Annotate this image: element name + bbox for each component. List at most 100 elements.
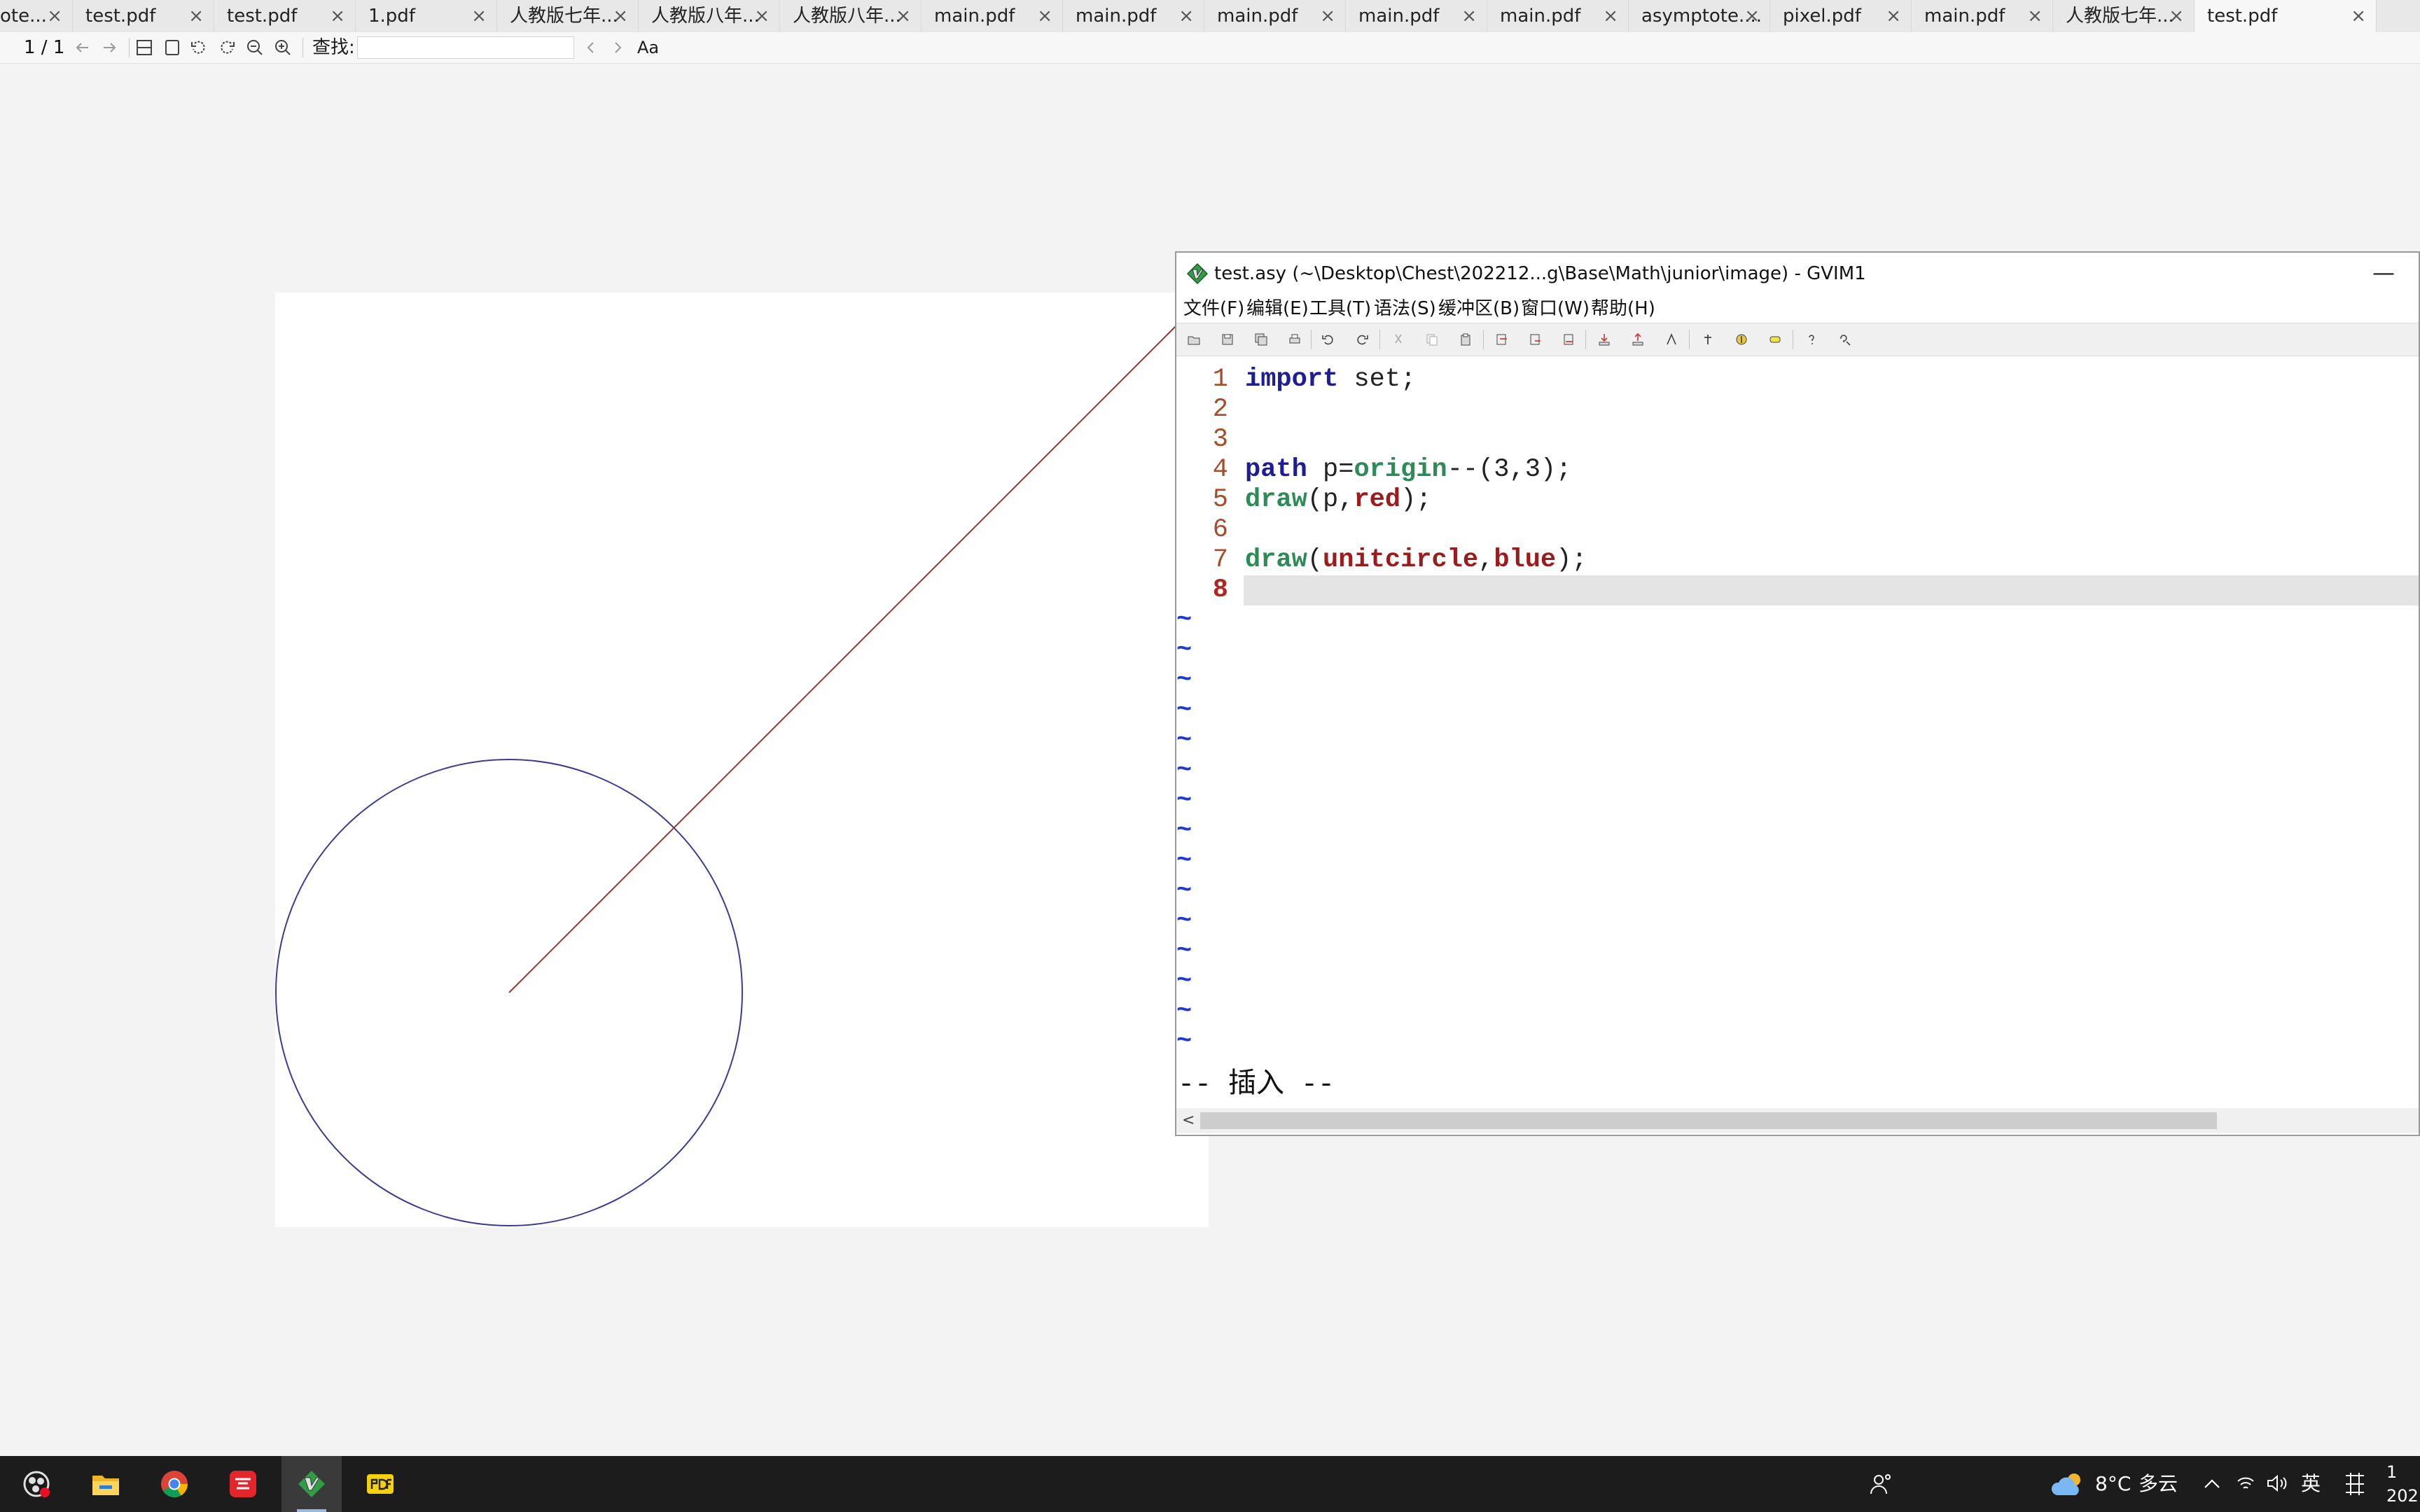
taskbar-youdao[interactable] <box>213 1456 273 1512</box>
tab-close-icon[interactable]: × <box>2169 0 2184 32</box>
minimize-button[interactable]: — <box>2372 253 2395 292</box>
tab-close-icon[interactable]: × <box>47 0 62 32</box>
menu-item[interactable]: 工具(T) <box>1309 295 1371 323</box>
make-icon[interactable] <box>1700 332 1716 347</box>
system-clock[interactable]: 1 202 <box>2386 1460 2419 1508</box>
help-icon[interactable] <box>1804 332 1819 347</box>
code-line[interactable]: 1 import set; <box>1176 365 2419 395</box>
pdf-tab[interactable]: test.pdf × <box>214 0 356 32</box>
pdf-tab[interactable]: main.pdf × <box>1204 0 1346 32</box>
code-line[interactable]: 8 <box>1176 575 2419 606</box>
people-icon[interactable] <box>1868 1471 1893 1497</box>
taskbar-gvim[interactable] <box>281 1456 342 1512</box>
print-icon[interactable] <box>1287 332 1302 347</box>
code-line[interactable]: 5 draw(p,red); <box>1176 485 2419 515</box>
tab-close-icon[interactable]: × <box>471 0 487 32</box>
weather-description[interactable]: 多云 <box>2139 1456 2178 1512</box>
pdf-tab[interactable]: main.pdf × <box>1346 0 1487 32</box>
pdf-tab[interactable]: test.pdf × <box>2195 0 2377 32</box>
zoom-out-icon[interactable] <box>245 38 265 57</box>
save-all-icon[interactable] <box>1253 332 1269 347</box>
load-session-icon[interactable] <box>1597 332 1612 347</box>
tab-close-icon[interactable]: × <box>1461 0 1477 32</box>
pdf-tab[interactable]: asymptote.... × <box>1629 0 1770 32</box>
rotate-right-icon[interactable] <box>217 38 237 57</box>
find-input[interactable] <box>357 36 574 59</box>
gvim-title-bar[interactable]: test.asy (~\Desktop\Chest\202212...g\Bas… <box>1176 253 2419 295</box>
replace-icon[interactable] <box>1494 332 1510 347</box>
code-line[interactable]: 3 <box>1176 425 2419 455</box>
ime-mode-icon[interactable] <box>2343 1471 2367 1497</box>
taskbar-pdf-reader[interactable] <box>350 1456 410 1512</box>
find-prev-doc-icon[interactable] <box>1562 332 1577 347</box>
find-next-doc-icon[interactable] <box>1528 332 1543 347</box>
menu-item[interactable]: 语法(S) <box>1374 295 1436 323</box>
build-tags-icon[interactable] <box>1734 332 1749 347</box>
menu-item[interactable]: 窗口(W) <box>1521 295 1590 323</box>
tab-close-icon[interactable]: × <box>613 0 628 32</box>
ime-language-indicator[interactable]: 英 <box>2301 1456 2321 1512</box>
save-icon[interactable] <box>1220 332 1235 347</box>
find-help-icon[interactable] <box>1837 332 1853 347</box>
tab-close-icon[interactable]: × <box>754 0 770 32</box>
menu-item[interactable]: 编辑(E) <box>1246 295 1309 323</box>
single-page-icon[interactable] <box>162 38 182 57</box>
tab-close-icon[interactable]: × <box>1744 0 1760 32</box>
pdf-tab[interactable]: 1.pdf × <box>356 0 497 32</box>
pdf-tab[interactable]: main.pdf × <box>922 0 1063 32</box>
pdf-tab[interactable]: main.pdf × <box>1912 0 2053 32</box>
menu-item[interactable]: 文件(F) <box>1183 295 1244 323</box>
pdf-tab[interactable]: ote... × <box>0 0 73 32</box>
pdf-tab[interactable]: main.pdf × <box>1487 0 1629 32</box>
tab-close-icon[interactable]: × <box>1603 0 1618 32</box>
run-script-icon[interactable] <box>1664 332 1679 347</box>
scroll-left-arrow[interactable]: < <box>1182 1108 1195 1133</box>
menu-item[interactable]: 缓冲区(B) <box>1438 295 1520 323</box>
tab-close-icon[interactable]: × <box>2027 0 2043 32</box>
speaker-icon[interactable] <box>2266 1473 2288 1494</box>
pdf-tab[interactable]: main.pdf × <box>1063 0 1204 32</box>
tab-close-icon[interactable]: × <box>1037 0 1052 32</box>
vim-editor-area[interactable]: 1 import set; 2 3 4 path p=origin--(3,3); 5 dra… <box>1176 356 2419 1069</box>
weather-cloud-icon[interactable] <box>2050 1470 2087 1498</box>
match-case-toggle[interactable]: Aa <box>637 32 659 63</box>
tab-close-icon[interactable]: × <box>330 0 345 32</box>
tab-close-icon[interactable]: × <box>1886 0 1901 32</box>
redo-icon[interactable] <box>1354 332 1370 347</box>
scrollbar-thumb[interactable] <box>1200 1112 2217 1129</box>
pdf-tab[interactable]: 人教版七年... × <box>2053 0 2195 32</box>
pdf-tab[interactable]: 人教版八年... × <box>780 0 922 32</box>
find-prev-icon[interactable] <box>581 38 601 57</box>
prev-page-icon[interactable] <box>73 38 92 57</box>
pdf-tab[interactable]: 人教版八年... × <box>639 0 780 32</box>
taskbar-file-explorer[interactable] <box>76 1456 136 1512</box>
code-line[interactable]: 7 draw(unitcircle,blue); <box>1176 545 2419 575</box>
cut-icon[interactable] <box>1391 332 1406 347</box>
taskbar-obs[interactable] <box>6 1456 66 1512</box>
jump-tag-icon[interactable] <box>1767 332 1783 347</box>
tab-close-icon[interactable]: × <box>896 0 911 32</box>
tab-close-icon[interactable]: × <box>188 0 204 32</box>
page-indicator[interactable]: 1 / 1 <box>24 32 64 63</box>
menu-item[interactable]: 帮助(H) <box>1591 295 1655 323</box>
weather-temperature[interactable]: 8°C <box>2095 1456 2131 1512</box>
code-line[interactable]: 6 <box>1176 515 2419 545</box>
next-page-icon[interactable] <box>99 38 119 57</box>
pdf-tab[interactable]: test.pdf × <box>73 0 214 32</box>
horizontal-scrollbar[interactable]: < <box>1176 1108 2419 1133</box>
tab-close-icon[interactable]: × <box>2351 0 2366 32</box>
open-file-icon[interactable] <box>1186 332 1202 347</box>
code-line[interactable]: 2 <box>1176 395 2419 425</box>
find-next-icon[interactable] <box>608 38 627 57</box>
tab-close-icon[interactable]: × <box>1320 0 1335 32</box>
pdf-tab[interactable]: 人教版七年... × <box>497 0 639 32</box>
rotate-left-icon[interactable] <box>189 38 209 57</box>
undo-icon[interactable] <box>1321 332 1336 347</box>
save-session-icon[interactable] <box>1630 332 1646 347</box>
chevron-up-icon[interactable] <box>2203 1476 2221 1492</box>
pdf-tab[interactable]: pixel.pdf × <box>1770 0 1912 32</box>
tab-close-icon[interactable]: × <box>1178 0 1194 32</box>
continuous-view-icon[interactable] <box>134 38 154 57</box>
code-line[interactable]: 4 path p=origin--(3,3); <box>1176 455 2419 485</box>
copy-icon[interactable] <box>1424 332 1440 347</box>
